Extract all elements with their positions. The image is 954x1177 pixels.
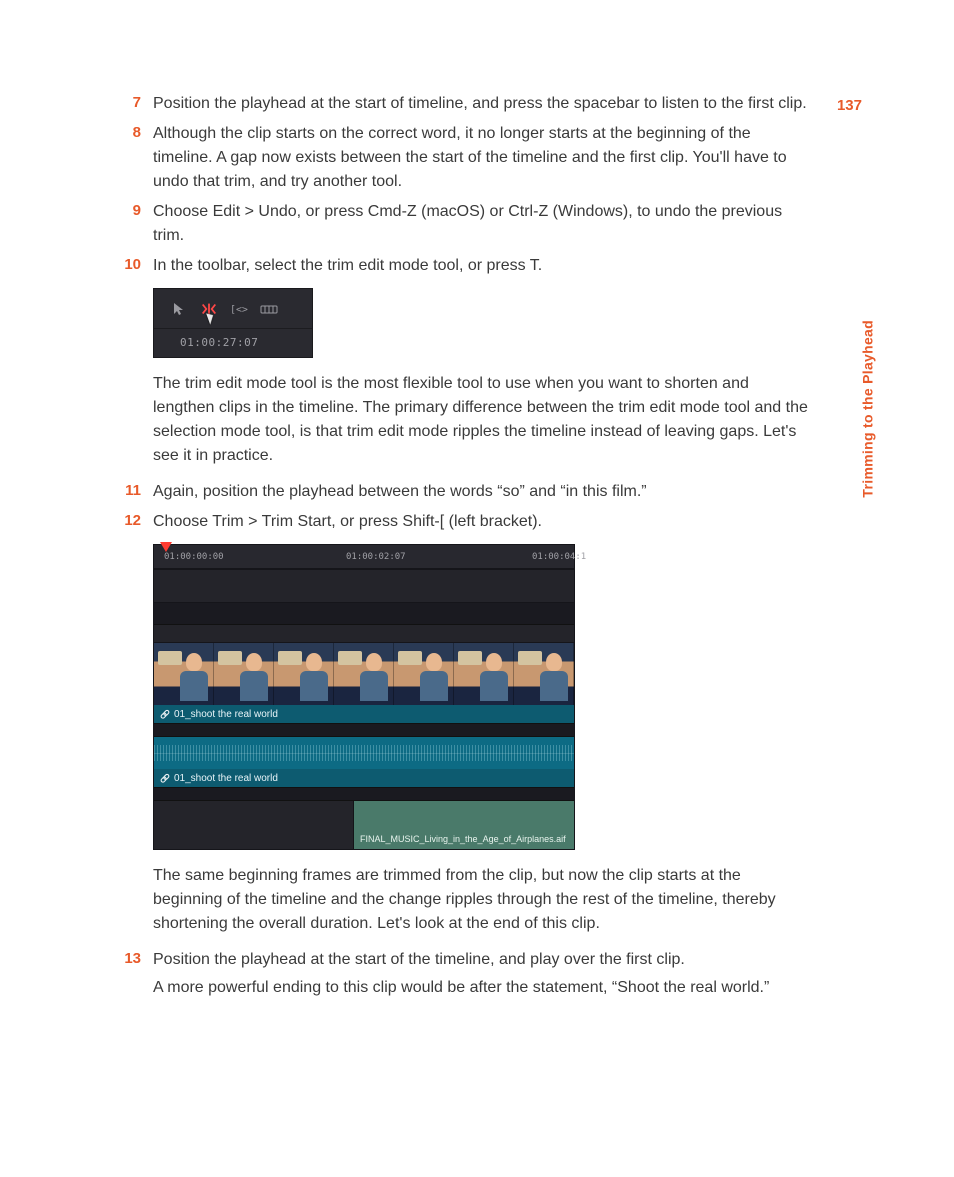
dynamic-trim-icon: [<>] [230,300,248,318]
video-thumbnail [454,643,514,705]
video-thumbnail [514,643,574,705]
step-13: 13 Position the playhead at the start of… [119,948,809,1000]
step-7: 7 Position the playhead at the start of … [119,92,809,116]
step-12: 12 Choose Trim > Trim Start, or press Sh… [119,510,809,534]
ruler-tick: 01:00:00:00 [164,551,224,565]
main-content: 7 Position the playhead at the start of … [119,92,809,1006]
page-number: 137 [837,95,862,118]
clip-name: 01_shoot the real world [174,707,278,722]
empty-track [154,569,574,603]
svg-text:[<>]: [<>] [230,304,248,314]
video-thumbnail [394,643,454,705]
clip-name: 01_shoot the real world [174,771,278,786]
step-text: Choose Edit > Undo, or press Cmd-Z (macO… [153,200,809,248]
section-title-vertical: Trimming to the Playhead [858,320,879,498]
step-number: 10 [119,254,153,278]
step-10: 10 In the toolbar, select the trim edit … [119,254,809,278]
timeline-screenshot: 01:00:00:00 01:00:02:07 01:00:04:1 01_sh… [153,544,809,850]
track-divider [154,603,574,625]
toolbar-timecode: 01:00:27:07 [154,329,312,352]
video-track-thumbnails [154,643,574,705]
music-clip: FINAL_MUSIC_Living_in_the_Age_of_Airplan… [354,801,574,849]
step-number: 12 [119,510,153,534]
step-text: Choose Trim > Trim Start, or press Shift… [153,510,809,534]
video-thumbnail [154,643,214,705]
link-icon [160,707,170,722]
step-8: 8 Although the clip starts on the correc… [119,122,809,194]
toolbar-screenshot: [<>] 01:00:27:07 [153,288,809,358]
step-text: Although the clip starts on the correct … [153,122,809,194]
step-11: 11 Again, position the playhead between … [119,480,809,504]
music-track: FINAL_MUSIC_Living_in_the_Age_of_Airplan… [154,801,574,849]
ruler-tick: 01:00:04:1 [532,551,586,565]
video-thumbnail [274,643,334,705]
step-line-1: Position the playhead at the start of th… [153,948,809,972]
timeline-ruler: 01:00:00:00 01:00:02:07 01:00:04:1 [154,545,574,569]
video-thumbnail [334,643,394,705]
empty-region [154,801,354,849]
step-10-explanation: The trim edit mode tool is the most flex… [153,372,809,468]
audio-waveform [154,737,574,769]
step-9: 9 Choose Edit > Undo, or press Cmd-Z (ma… [119,200,809,248]
step-number: 9 [119,200,153,248]
link-icon [160,771,170,786]
step-number: 7 [119,92,153,116]
track-divider [154,723,574,737]
step-number: 13 [119,948,153,1000]
selection-tool-icon [170,300,188,318]
step-number: 8 [119,122,153,194]
step-text: Position the playhead at the start of th… [153,948,809,1000]
track-divider [154,787,574,801]
video-clip-label: 01_shoot the real world [154,705,574,723]
step-line-2: A more powerful ending to this clip woul… [153,976,809,1000]
step-number: 11 [119,480,153,504]
audio-clip-label: 01_shoot the real world [154,769,574,787]
blade-tool-icon [260,300,278,318]
empty-track [154,625,574,643]
music-clip-name: FINAL_MUSIC_Living_in_the_Age_of_Airplan… [354,830,574,850]
step-text: In the toolbar, select the trim edit mod… [153,254,809,278]
trim-edit-tool-icon [200,300,218,318]
step-12-explanation: The same beginning frames are trimmed fr… [153,864,809,936]
step-text: Again, position the playhead between the… [153,480,809,504]
step-text: Position the playhead at the start of ti… [153,92,809,116]
video-thumbnail [214,643,274,705]
ruler-tick: 01:00:02:07 [346,551,406,565]
